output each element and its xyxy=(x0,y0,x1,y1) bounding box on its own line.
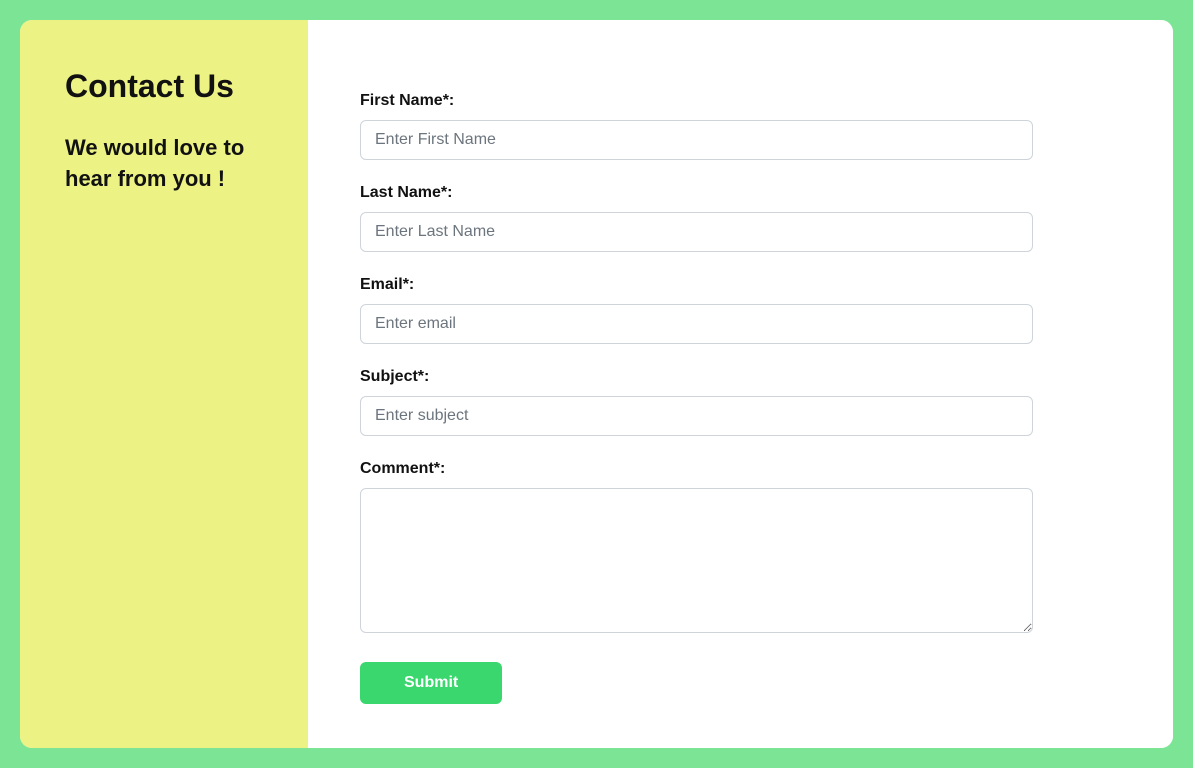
subject-label: Subject*: xyxy=(360,368,1033,386)
sidebar-subtitle: We would love to hear from you ! xyxy=(65,133,268,195)
last-name-input[interactable] xyxy=(360,212,1033,252)
first-name-input[interactable] xyxy=(360,120,1033,160)
form-panel: First Name*: Last Name*: Email*: Subject… xyxy=(308,20,1173,748)
email-group: Email*: xyxy=(360,276,1033,344)
comment-label: Comment*: xyxy=(360,460,1033,478)
subject-group: Subject*: xyxy=(360,368,1033,436)
comment-textarea[interactable] xyxy=(360,488,1033,633)
comment-group: Comment*: xyxy=(360,460,1033,638)
first-name-group: First Name*: xyxy=(360,92,1033,160)
first-name-label: First Name*: xyxy=(360,92,1033,110)
last-name-group: Last Name*: xyxy=(360,184,1033,252)
email-label: Email*: xyxy=(360,276,1033,294)
submit-button[interactable]: Submit xyxy=(360,662,502,704)
last-name-label: Last Name*: xyxy=(360,184,1033,202)
subject-input[interactable] xyxy=(360,396,1033,436)
contact-container: Contact Us We would love to hear from yo… xyxy=(20,20,1173,748)
email-input[interactable] xyxy=(360,304,1033,344)
sidebar: Contact Us We would love to hear from yo… xyxy=(20,20,308,748)
contact-form: First Name*: Last Name*: Email*: Subject… xyxy=(360,92,1033,704)
sidebar-title: Contact Us xyxy=(65,68,268,105)
